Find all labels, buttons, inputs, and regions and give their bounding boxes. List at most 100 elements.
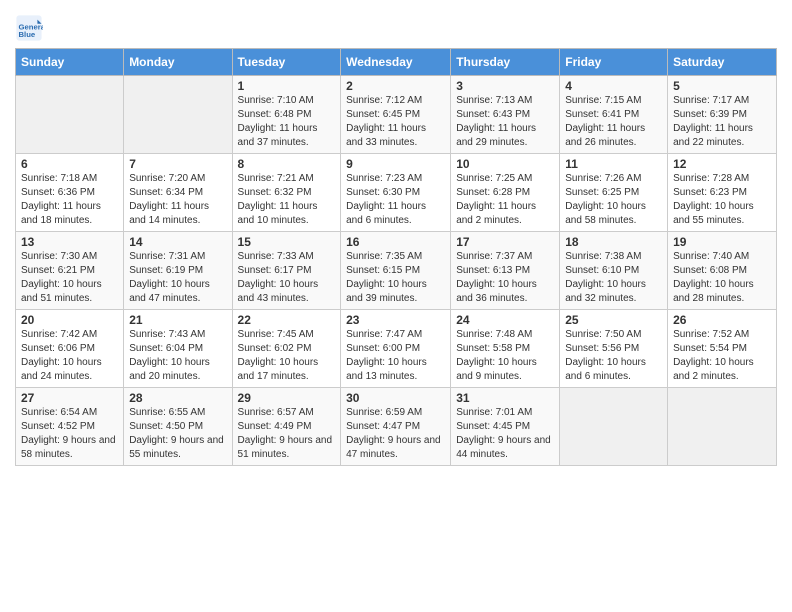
- day-info: Sunrise: 7:40 AM Sunset: 6:08 PM Dayligh…: [673, 250, 771, 306]
- week-row-4: 20Sunrise: 7:42 AM Sunset: 6:06 PM Dayli…: [16, 310, 777, 388]
- header-day-monday: Monday: [124, 49, 232, 76]
- day-number: 27: [21, 391, 118, 405]
- day-info: Sunrise: 7:18 AM Sunset: 6:36 PM Dayligh…: [21, 172, 118, 228]
- day-number: 16: [346, 235, 445, 249]
- day-number: 23: [346, 313, 445, 327]
- day-info: Sunrise: 6:55 AM Sunset: 4:50 PM Dayligh…: [129, 406, 226, 462]
- week-row-2: 6Sunrise: 7:18 AM Sunset: 6:36 PM Daylig…: [16, 154, 777, 232]
- day-number: 3: [456, 79, 554, 93]
- header-day-thursday: Thursday: [451, 49, 560, 76]
- day-number: 8: [238, 157, 336, 171]
- day-info: Sunrise: 7:26 AM Sunset: 6:25 PM Dayligh…: [565, 172, 662, 228]
- calendar-cell: 16Sunrise: 7:35 AM Sunset: 6:15 PM Dayli…: [341, 232, 451, 310]
- logo: General Blue: [15, 14, 45, 42]
- calendar-cell: 24Sunrise: 7:48 AM Sunset: 5:58 PM Dayli…: [451, 310, 560, 388]
- calendar-cell: 15Sunrise: 7:33 AM Sunset: 6:17 PM Dayli…: [232, 232, 341, 310]
- calendar-cell: 23Sunrise: 7:47 AM Sunset: 6:00 PM Dayli…: [341, 310, 451, 388]
- day-number: 4: [565, 79, 662, 93]
- day-number: 5: [673, 79, 771, 93]
- calendar-cell: 4Sunrise: 7:15 AM Sunset: 6:41 PM Daylig…: [560, 76, 668, 154]
- day-info: Sunrise: 7:28 AM Sunset: 6:23 PM Dayligh…: [673, 172, 771, 228]
- day-info: Sunrise: 7:25 AM Sunset: 6:28 PM Dayligh…: [456, 172, 554, 228]
- day-number: 29: [238, 391, 336, 405]
- day-info: Sunrise: 7:38 AM Sunset: 6:10 PM Dayligh…: [565, 250, 662, 306]
- day-number: 31: [456, 391, 554, 405]
- day-info: Sunrise: 6:54 AM Sunset: 4:52 PM Dayligh…: [21, 406, 118, 462]
- day-info: Sunrise: 7:47 AM Sunset: 6:00 PM Dayligh…: [346, 328, 445, 384]
- calendar-table: SundayMondayTuesdayWednesdayThursdayFrid…: [15, 48, 777, 466]
- day-number: 21: [129, 313, 226, 327]
- day-number: 11: [565, 157, 662, 171]
- day-info: Sunrise: 7:13 AM Sunset: 6:43 PM Dayligh…: [456, 94, 554, 150]
- day-number: 22: [238, 313, 336, 327]
- day-info: Sunrise: 7:45 AM Sunset: 6:02 PM Dayligh…: [238, 328, 336, 384]
- day-number: 10: [456, 157, 554, 171]
- day-info: Sunrise: 7:42 AM Sunset: 6:06 PM Dayligh…: [21, 328, 118, 384]
- calendar-cell: 20Sunrise: 7:42 AM Sunset: 6:06 PM Dayli…: [16, 310, 124, 388]
- calendar-cell: [668, 388, 777, 466]
- header-day-tuesday: Tuesday: [232, 49, 341, 76]
- day-number: 9: [346, 157, 445, 171]
- svg-text:Blue: Blue: [19, 30, 36, 39]
- header-day-friday: Friday: [560, 49, 668, 76]
- day-info: Sunrise: 7:31 AM Sunset: 6:19 PM Dayligh…: [129, 250, 226, 306]
- header-row: SundayMondayTuesdayWednesdayThursdayFrid…: [16, 49, 777, 76]
- day-number: 20: [21, 313, 118, 327]
- day-info: Sunrise: 7:52 AM Sunset: 5:54 PM Dayligh…: [673, 328, 771, 384]
- calendar-cell: 29Sunrise: 6:57 AM Sunset: 4:49 PM Dayli…: [232, 388, 341, 466]
- calendar-cell: 14Sunrise: 7:31 AM Sunset: 6:19 PM Dayli…: [124, 232, 232, 310]
- calendar-cell: [124, 76, 232, 154]
- calendar-cell: 8Sunrise: 7:21 AM Sunset: 6:32 PM Daylig…: [232, 154, 341, 232]
- calendar-cell: 11Sunrise: 7:26 AM Sunset: 6:25 PM Dayli…: [560, 154, 668, 232]
- day-number: 15: [238, 235, 336, 249]
- day-number: 26: [673, 313, 771, 327]
- day-info: Sunrise: 7:48 AM Sunset: 5:58 PM Dayligh…: [456, 328, 554, 384]
- day-info: Sunrise: 7:01 AM Sunset: 4:45 PM Dayligh…: [456, 406, 554, 462]
- day-number: 13: [21, 235, 118, 249]
- calendar-cell: 1Sunrise: 7:10 AM Sunset: 6:48 PM Daylig…: [232, 76, 341, 154]
- day-info: Sunrise: 7:10 AM Sunset: 6:48 PM Dayligh…: [238, 94, 336, 150]
- day-info: Sunrise: 7:33 AM Sunset: 6:17 PM Dayligh…: [238, 250, 336, 306]
- calendar-cell: 9Sunrise: 7:23 AM Sunset: 6:30 PM Daylig…: [341, 154, 451, 232]
- day-number: 18: [565, 235, 662, 249]
- calendar-cell: 5Sunrise: 7:17 AM Sunset: 6:39 PM Daylig…: [668, 76, 777, 154]
- header-day-saturday: Saturday: [668, 49, 777, 76]
- calendar-cell: 10Sunrise: 7:25 AM Sunset: 6:28 PM Dayli…: [451, 154, 560, 232]
- day-info: Sunrise: 7:15 AM Sunset: 6:41 PM Dayligh…: [565, 94, 662, 150]
- day-number: 1: [238, 79, 336, 93]
- day-info: Sunrise: 7:35 AM Sunset: 6:15 PM Dayligh…: [346, 250, 445, 306]
- calendar-cell: 31Sunrise: 7:01 AM Sunset: 4:45 PM Dayli…: [451, 388, 560, 466]
- calendar-cell: 7Sunrise: 7:20 AM Sunset: 6:34 PM Daylig…: [124, 154, 232, 232]
- header-day-wednesday: Wednesday: [341, 49, 451, 76]
- day-number: 24: [456, 313, 554, 327]
- calendar-cell: 13Sunrise: 7:30 AM Sunset: 6:21 PM Dayli…: [16, 232, 124, 310]
- day-info: Sunrise: 7:30 AM Sunset: 6:21 PM Dayligh…: [21, 250, 118, 306]
- calendar-cell: 30Sunrise: 6:59 AM Sunset: 4:47 PM Dayli…: [341, 388, 451, 466]
- day-number: 12: [673, 157, 771, 171]
- calendar-cell: 18Sunrise: 7:38 AM Sunset: 6:10 PM Dayli…: [560, 232, 668, 310]
- day-number: 30: [346, 391, 445, 405]
- day-number: 17: [456, 235, 554, 249]
- day-info: Sunrise: 7:23 AM Sunset: 6:30 PM Dayligh…: [346, 172, 445, 228]
- calendar-cell: 26Sunrise: 7:52 AM Sunset: 5:54 PM Dayli…: [668, 310, 777, 388]
- day-info: Sunrise: 7:50 AM Sunset: 5:56 PM Dayligh…: [565, 328, 662, 384]
- calendar-cell: 19Sunrise: 7:40 AM Sunset: 6:08 PM Dayli…: [668, 232, 777, 310]
- day-info: Sunrise: 7:17 AM Sunset: 6:39 PM Dayligh…: [673, 94, 771, 150]
- day-info: Sunrise: 7:43 AM Sunset: 6:04 PM Dayligh…: [129, 328, 226, 384]
- day-number: 14: [129, 235, 226, 249]
- logo-icon: General Blue: [15, 14, 43, 42]
- calendar-cell: [560, 388, 668, 466]
- day-info: Sunrise: 7:20 AM Sunset: 6:34 PM Dayligh…: [129, 172, 226, 228]
- day-info: Sunrise: 7:12 AM Sunset: 6:45 PM Dayligh…: [346, 94, 445, 150]
- day-number: 2: [346, 79, 445, 93]
- day-info: Sunrise: 6:57 AM Sunset: 4:49 PM Dayligh…: [238, 406, 336, 462]
- calendar-cell: [16, 76, 124, 154]
- calendar-cell: 3Sunrise: 7:13 AM Sunset: 6:43 PM Daylig…: [451, 76, 560, 154]
- day-number: 7: [129, 157, 226, 171]
- day-info: Sunrise: 6:59 AM Sunset: 4:47 PM Dayligh…: [346, 406, 445, 462]
- calendar-cell: 28Sunrise: 6:55 AM Sunset: 4:50 PM Dayli…: [124, 388, 232, 466]
- week-row-5: 27Sunrise: 6:54 AM Sunset: 4:52 PM Dayli…: [16, 388, 777, 466]
- day-number: 28: [129, 391, 226, 405]
- week-row-3: 13Sunrise: 7:30 AM Sunset: 6:21 PM Dayli…: [16, 232, 777, 310]
- calendar-cell: 17Sunrise: 7:37 AM Sunset: 6:13 PM Dayli…: [451, 232, 560, 310]
